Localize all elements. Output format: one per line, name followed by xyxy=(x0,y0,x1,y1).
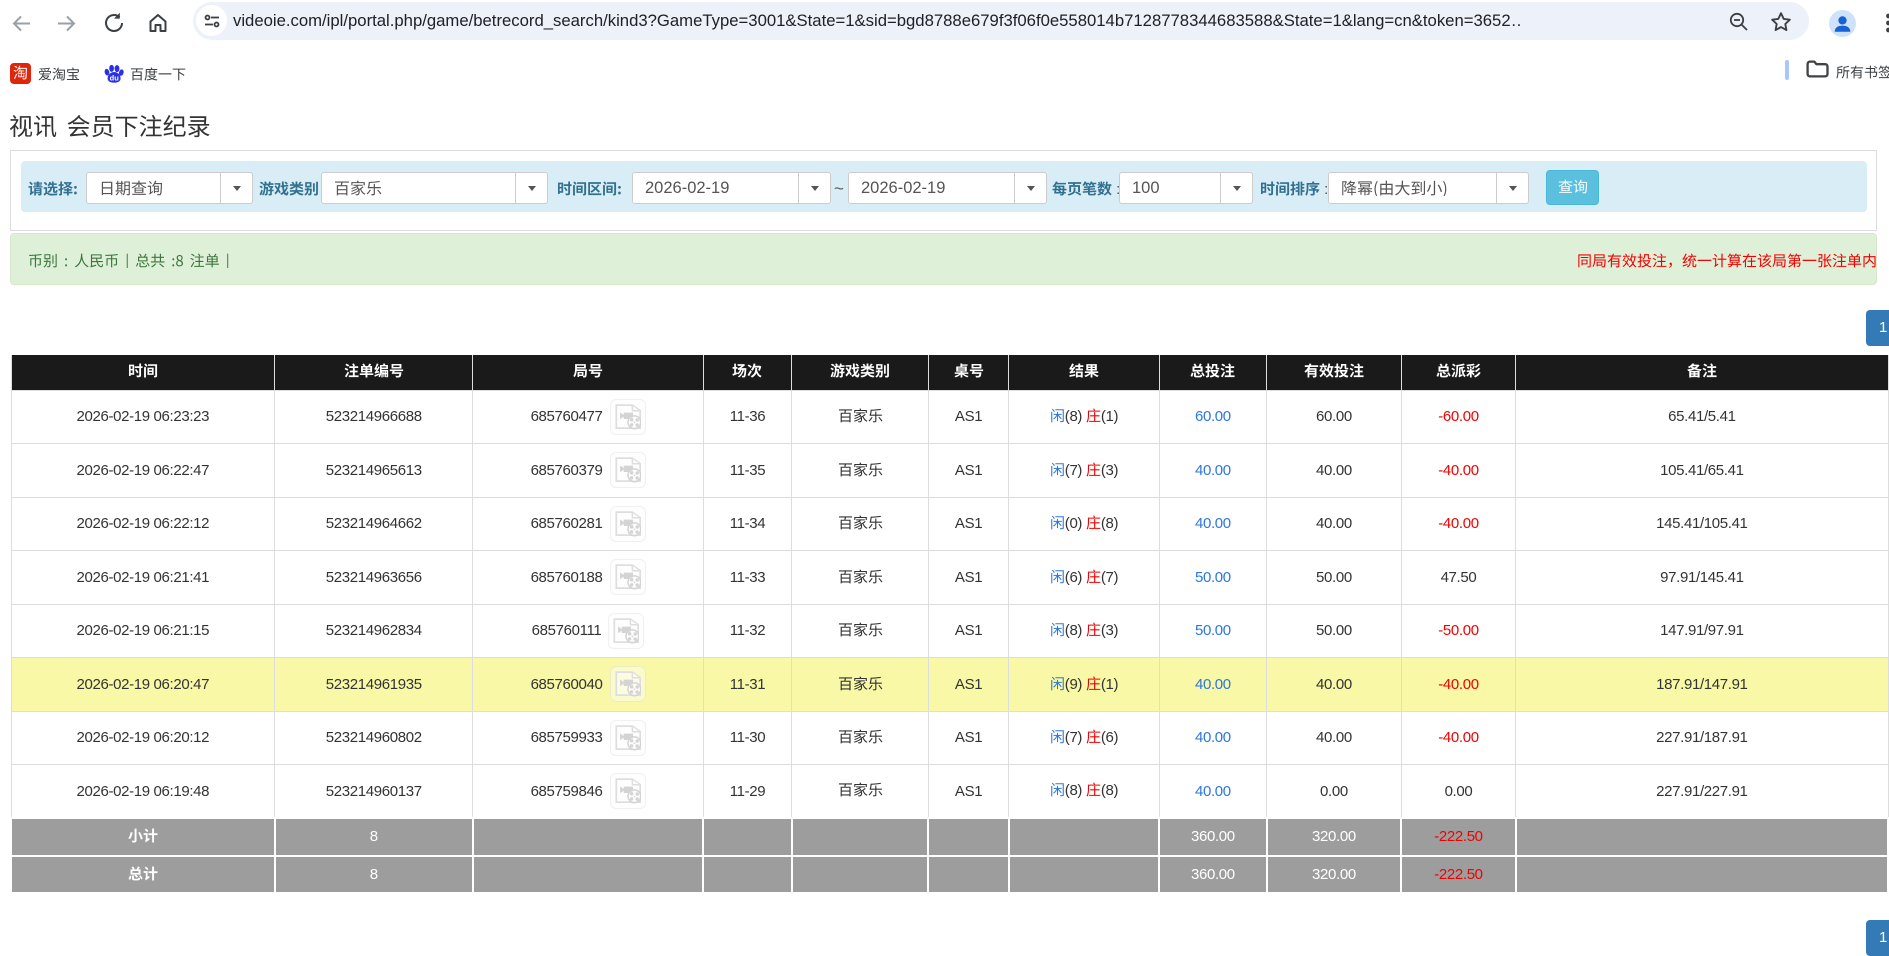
svg-text:du: du xyxy=(110,73,120,82)
